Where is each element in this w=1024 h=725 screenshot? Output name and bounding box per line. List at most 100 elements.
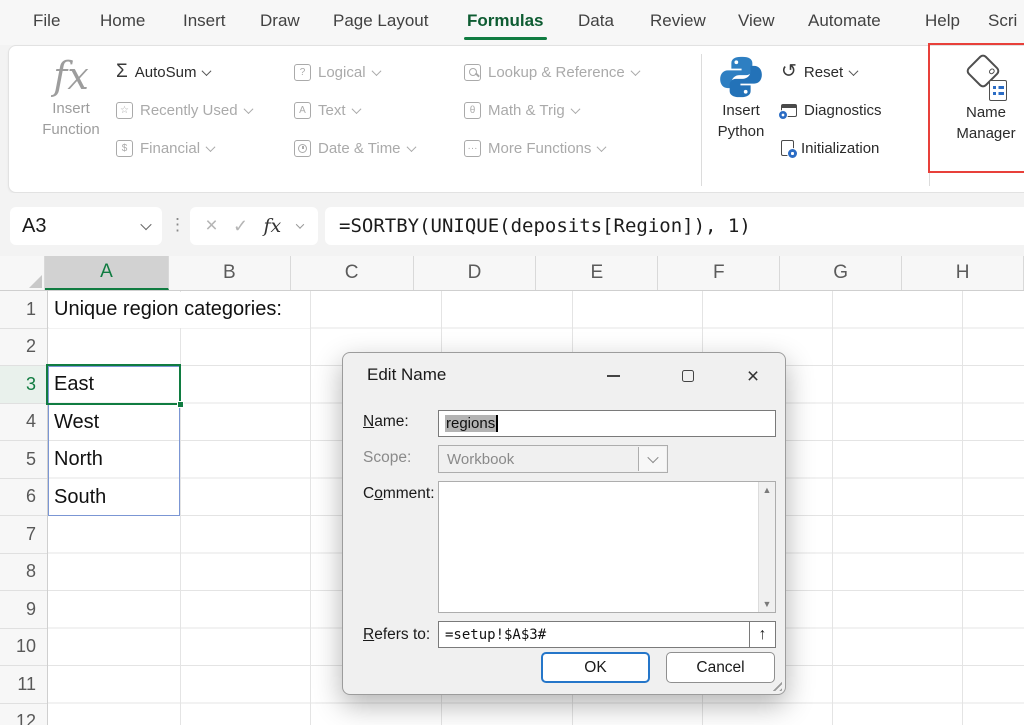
row-header-4[interactable]: 4 <box>0 404 47 442</box>
name-manager-label-1: Name <box>966 102 1006 123</box>
column-header-C[interactable]: C <box>291 256 414 290</box>
fx-icon: fx <box>53 54 89 98</box>
tab-file[interactable]: File <box>33 11 60 31</box>
more-functions-button[interactable]: ··· More Functions <box>464 134 605 162</box>
logical-button[interactable]: ? Logical <box>294 58 380 86</box>
cancel-label: Cancel <box>696 659 744 677</box>
close-icon: × <box>747 366 759 387</box>
scroll-down-icon[interactable]: ▼ <box>763 599 772 609</box>
collapse-dialog-button[interactable]: ↑ <box>749 621 776 648</box>
name-box[interactable]: A3 <box>10 207 162 245</box>
cancel-button[interactable]: Cancel <box>666 652 775 683</box>
tab-data[interactable]: Data <box>578 11 614 31</box>
row-header-column: 1 2 3 4 5 6 7 8 9 10 11 12 <box>0 291 48 725</box>
scope-dropdown-button[interactable] <box>638 447 666 471</box>
ribbon-tab-bar: File Home Insert Draw Page Layout Formul… <box>0 0 1024 45</box>
tab-script[interactable]: Scri <box>988 11 1017 31</box>
autosum-button[interactable]: Σ AutoSum <box>116 58 210 86</box>
column-header-F[interactable]: F <box>658 256 780 290</box>
column-header-D[interactable]: D <box>414 256 537 290</box>
vertical-gridline <box>310 291 311 725</box>
close-button[interactable]: × <box>739 363 767 389</box>
refers-to-field-label: Refers to: <box>363 626 430 644</box>
text-button[interactable]: A Text <box>294 96 360 124</box>
math-trig-button[interactable]: θ Math & Trig <box>464 96 579 124</box>
tab-review[interactable]: Review <box>650 11 706 31</box>
cell-A1[interactable]: Unique region categories: <box>54 291 282 329</box>
tab-page-layout[interactable]: Page Layout <box>333 11 428 31</box>
reset-label: Reset <box>804 64 843 81</box>
refers-to-input[interactable]: =setup!$A$3# <box>438 621 750 648</box>
maximize-button[interactable] <box>674 363 702 389</box>
diagnostics-icon <box>781 104 797 117</box>
recently-used-label: Recently Used <box>140 102 238 119</box>
scope-dropdown[interactable]: Workbook <box>438 445 668 473</box>
active-cell-selection <box>46 364 181 405</box>
column-header-row: A B C D E F G H <box>0 256 1024 291</box>
column-header-E[interactable]: E <box>536 256 658 290</box>
lookup-reference-button[interactable]: Lookup & Reference <box>464 58 639 86</box>
name-manager-button[interactable]: Name Manager <box>941 52 1024 184</box>
tab-draw[interactable]: Draw <box>260 11 300 31</box>
comment-textarea[interactable]: ▲ ▼ <box>438 481 776 613</box>
insert-function-icon[interactable]: fx <box>263 215 281 237</box>
row-header-1[interactable]: 1 <box>0 291 47 329</box>
row-header-3[interactable]: 3 <box>0 366 47 404</box>
date-time-button[interactable]: Date & Time <box>294 134 415 162</box>
row-header-11[interactable]: 11 <box>0 666 47 704</box>
autosum-label: AutoSum <box>135 64 197 81</box>
diagnostics-label: Diagnostics <box>804 102 882 119</box>
ok-button[interactable]: OK <box>541 652 650 683</box>
row-header-12[interactable]: 12 <box>0 704 47 725</box>
tab-view[interactable]: View <box>738 11 775 31</box>
chevron-down-icon <box>647 452 658 463</box>
tab-formulas[interactable]: Formulas <box>467 11 544 31</box>
scroll-up-icon[interactable]: ▲ <box>763 485 772 495</box>
chevron-down-icon <box>630 66 640 76</box>
column-header-B[interactable]: B <box>169 256 291 290</box>
refers-to-value: =setup!$A$3# <box>445 627 546 643</box>
tab-automate[interactable]: Automate <box>808 11 881 31</box>
column-header-G[interactable]: G <box>780 256 902 290</box>
enter-entry-icon[interactable]: ✓ <box>233 216 248 237</box>
column-header-H[interactable]: H <box>902 256 1024 290</box>
chevron-down-icon[interactable] <box>295 220 303 228</box>
cancel-entry-icon[interactable]: × <box>205 214 217 238</box>
formula-bar-buttons: × ✓ fx <box>190 207 318 245</box>
row-header-6[interactable]: 6 <box>0 479 47 517</box>
text-book-icon: A <box>294 102 311 119</box>
financial-button[interactable]: $ Financial <box>116 134 214 162</box>
tab-insert[interactable]: Insert <box>183 11 226 31</box>
dots-book-icon: ··· <box>464 140 481 157</box>
initialization-label: Initialization <box>801 140 879 157</box>
column-header-A[interactable]: A <box>45 256 169 290</box>
name-input[interactable]: regions <box>438 410 776 437</box>
comment-scrollbar[interactable]: ▲ ▼ <box>758 482 775 612</box>
row-header-10[interactable]: 10 <box>0 629 47 667</box>
insert-python-button[interactable]: Insert Python <box>709 54 773 186</box>
select-all-corner[interactable] <box>0 256 45 290</box>
chevron-down-icon[interactable] <box>140 219 151 230</box>
initialization-button[interactable]: Initialization <box>781 134 879 162</box>
minimize-button[interactable] <box>599 363 627 389</box>
recently-used-button[interactable]: ☆ Recently Used <box>116 96 252 124</box>
scope-field-label: Scope: <box>363 449 411 467</box>
financial-book-icon: $ <box>116 140 133 157</box>
formula-bar-drag-handle[interactable]: ⋮ <box>169 215 186 235</box>
reset-button[interactable]: ↺ Reset <box>781 58 857 86</box>
tab-home[interactable]: Home <box>100 11 145 31</box>
tab-help[interactable]: Help <box>925 11 960 31</box>
row-header-5[interactable]: 5 <box>0 441 47 479</box>
cell-reference: A3 <box>22 215 46 238</box>
diagnostics-button[interactable]: Diagnostics <box>781 96 882 124</box>
fill-handle[interactable] <box>177 401 184 408</box>
logical-label: Logical <box>318 64 366 81</box>
row-header-9[interactable]: 9 <box>0 591 47 629</box>
row-header-8[interactable]: 8 <box>0 554 47 592</box>
minimize-icon <box>607 375 620 377</box>
row-header-7[interactable]: 7 <box>0 516 47 554</box>
more-functions-label: More Functions <box>488 140 591 157</box>
insert-function-button[interactable]: fx Insert Function <box>23 54 119 186</box>
formula-input[interactable]: =SORTBY(UNIQUE(deposits[Region]), 1) <box>325 207 1024 245</box>
row-header-2[interactable]: 2 <box>0 329 47 367</box>
